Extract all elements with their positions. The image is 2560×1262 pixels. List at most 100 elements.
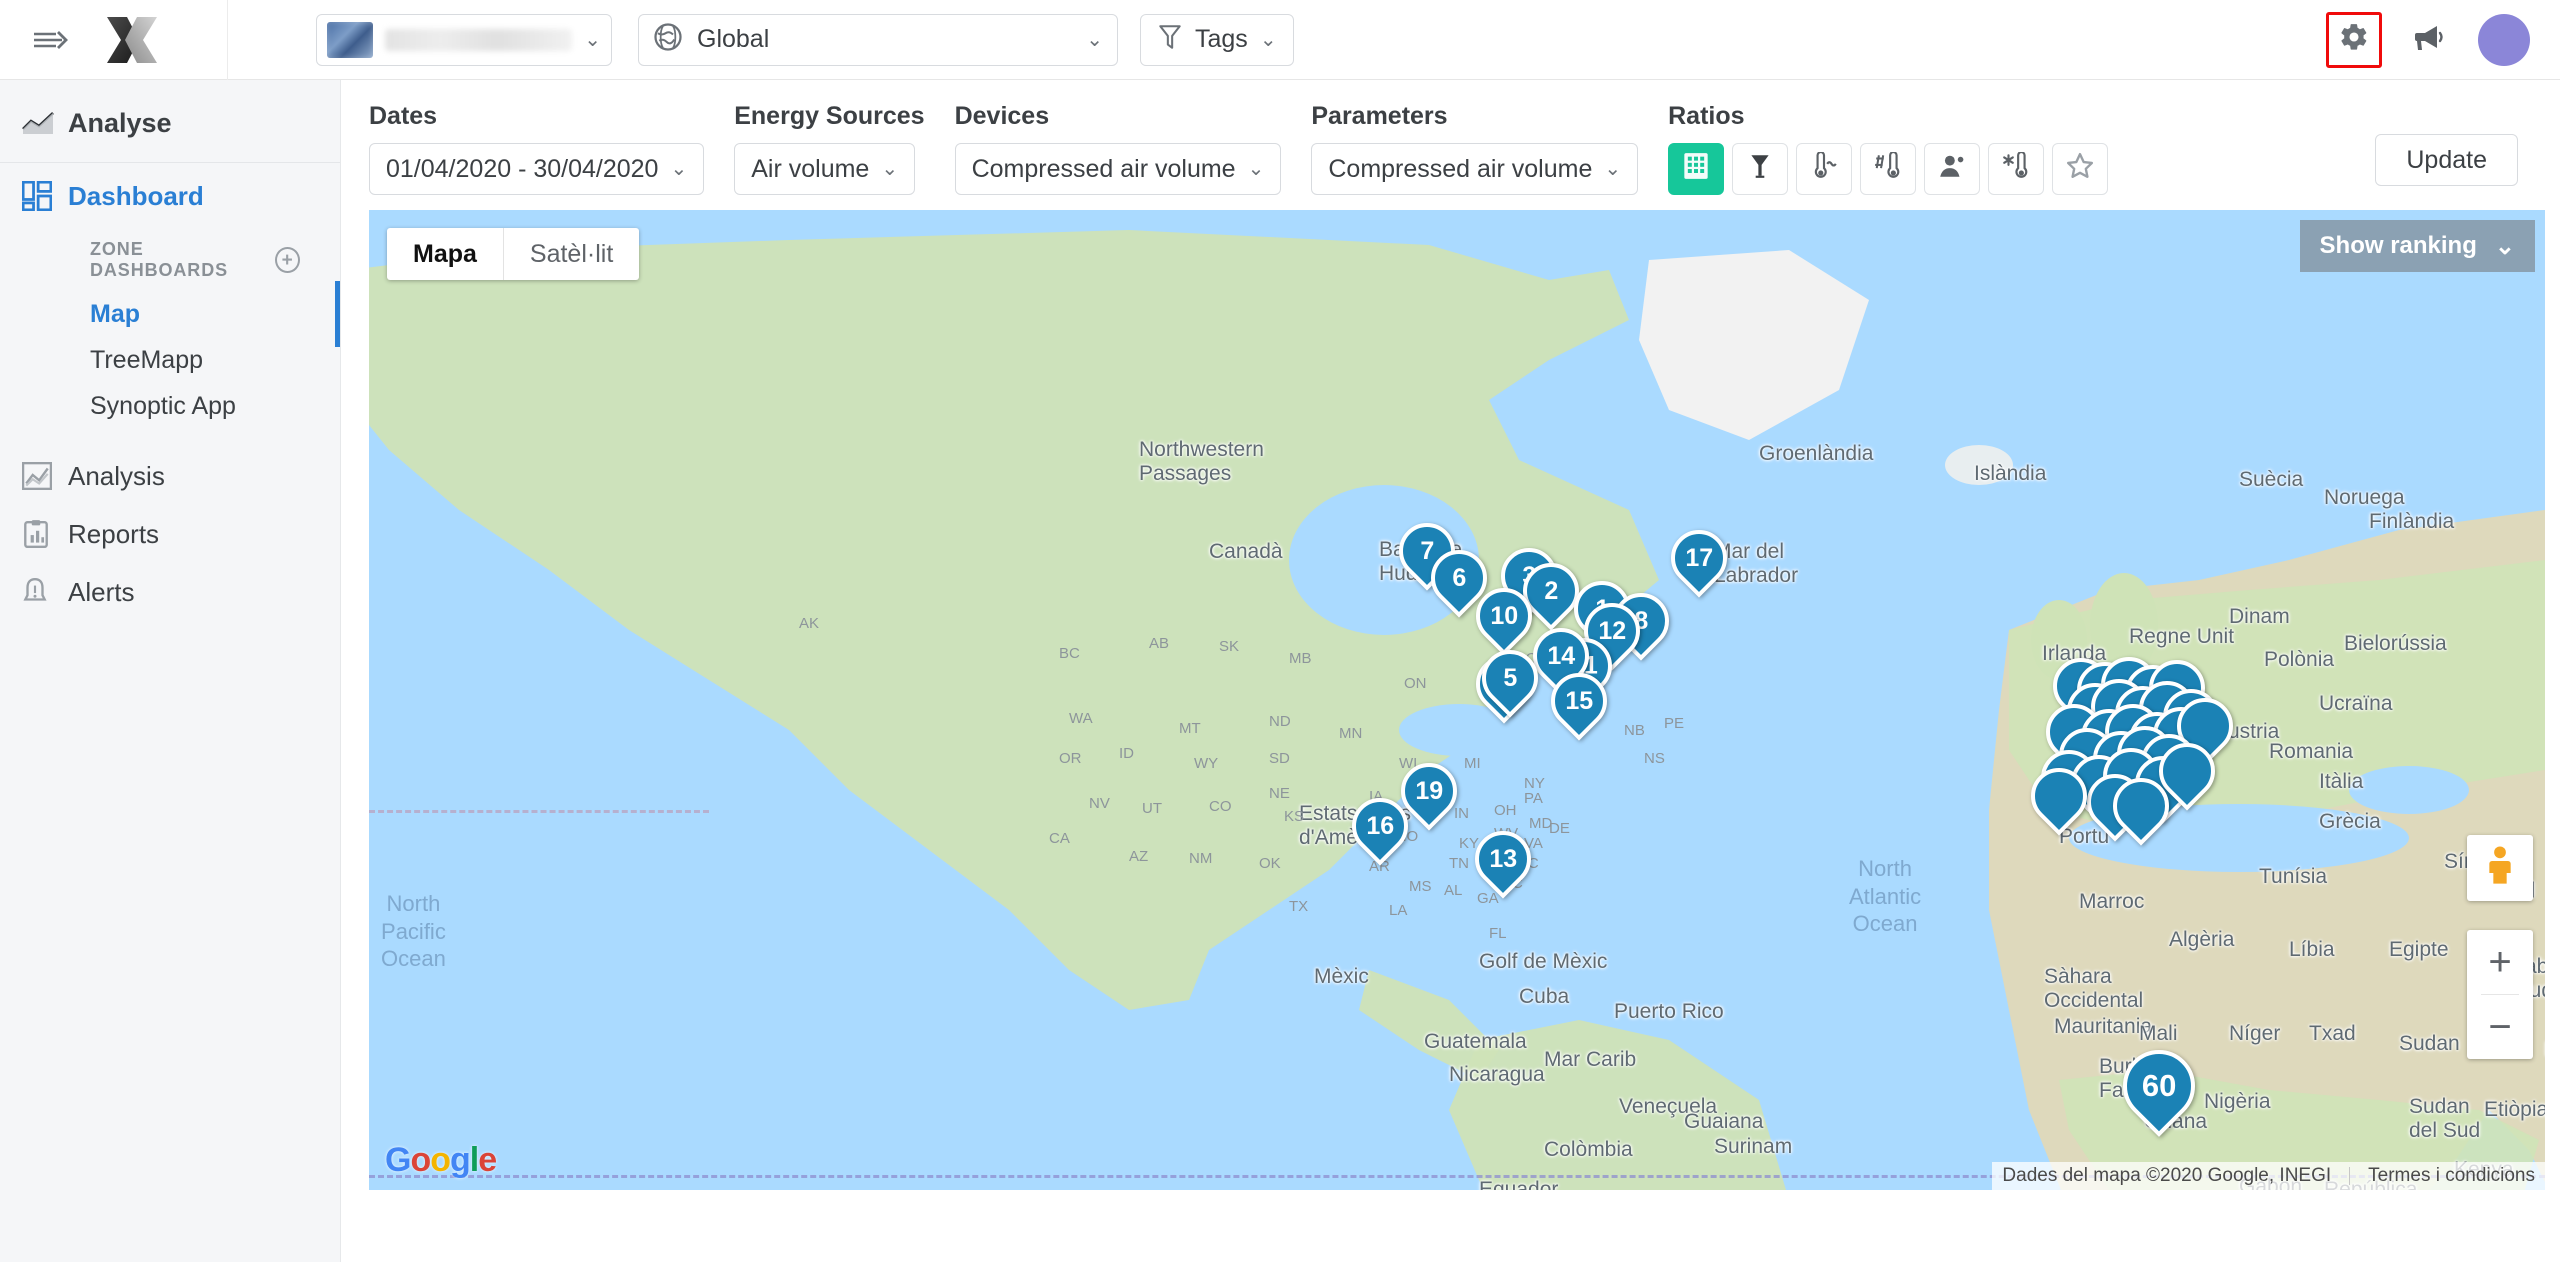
tab-mapa[interactable]: Mapa — [387, 228, 503, 280]
ratio-building-grid-button[interactable] — [1668, 143, 1725, 195]
megaphone-icon — [2413, 22, 2447, 58]
add-zone-dashboard-button[interactable]: + — [275, 247, 300, 273]
state-label: FL — [1489, 925, 1507, 942]
country-label: Puerto Rico — [1614, 1000, 1724, 1023]
country-label: Northwestern Passages — [1139, 438, 1264, 485]
attribution-divider — [2349, 1167, 2351, 1185]
sidebar-item-dashboard[interactable]: Dashboard — [0, 167, 340, 225]
state-label: BC — [1059, 645, 1080, 662]
country-label: Sudan — [2399, 1032, 2460, 1055]
filter-label: Parameters — [1311, 102, 1448, 130]
state-label: DE — [1549, 820, 1570, 837]
map-marker-label: 5 — [1503, 663, 1517, 692]
country-label: Níger — [2229, 1022, 2281, 1045]
sidebar-item-label: TreeMapp — [90, 345, 204, 374]
state-label: AZ — [1129, 848, 1149, 865]
zoom-out-button[interactable]: − — [2467, 995, 2533, 1059]
scope-selector[interactable]: Global ⌄ — [638, 13, 1118, 66]
ratio-thermometer-asterisk-button[interactable] — [1988, 143, 2045, 195]
avatar[interactable] — [2478, 13, 2530, 66]
tab-satellit[interactable]: Satèl·lit — [502, 228, 639, 280]
parameters-select[interactable]: Compressed air volume ⌄ — [1311, 143, 1639, 195]
zoom-in-button[interactable]: + — [2467, 930, 2533, 994]
country-label: Mali — [2139, 1022, 2178, 1045]
sidebar-item-map[interactable]: Map — [0, 281, 340, 347]
chevron-down-icon: ⌄ — [670, 158, 688, 180]
map-canvas[interactable]: Mapa Satèl·lit Show ranking ⌄ + − Google… — [369, 210, 2545, 1190]
ratio-thermometer-hash-button[interactable] — [1860, 143, 1917, 195]
sidebar-item-synoptic-app[interactable]: Synoptic App — [0, 383, 340, 429]
map-marker[interactable]: 19 — [1389, 751, 1469, 835]
map-marker[interactable] — [2101, 766, 2181, 850]
map-pin-icon: 15 — [1539, 661, 1619, 741]
country-label: Marroc — [2079, 890, 2145, 913]
chevron-down-icon: ⌄ — [1247, 158, 1265, 180]
ratios-button-group — [1668, 143, 2109, 195]
ratio-people-button[interactable] — [1924, 143, 1981, 195]
google-logo-letter: o — [430, 1141, 451, 1179]
show-ranking-button[interactable]: Show ranking ⌄ — [2299, 220, 2535, 272]
show-ranking-label: Show ranking — [2319, 232, 2477, 259]
state-label: PE — [1664, 715, 1685, 732]
country-label: Surinam — [1714, 1135, 1793, 1158]
x-logo[interactable] — [97, 0, 167, 80]
sidebar-item-analysis[interactable]: Analysis — [0, 447, 340, 505]
company-selector[interactable]: ⌄ — [316, 13, 612, 66]
zone-dashboards-label: ZONE DASHBOARDS — [90, 239, 229, 280]
sidebar-item-reports[interactable]: Reports — [0, 505, 340, 563]
map-marker-label: 15 — [1565, 686, 1593, 715]
state-label: WY — [1194, 755, 1219, 772]
devices-select[interactable]: Compressed air volume ⌄ — [954, 143, 1282, 195]
filter-devices: Devices Compressed air volume ⌄ — [954, 102, 1282, 195]
map-marker[interactable]: 13 — [1463, 819, 1543, 903]
energy-sources-select[interactable]: Air volume ⌄ — [734, 143, 916, 195]
map-marker-label: 10 — [1490, 601, 1518, 630]
tags-label: Tags — [1195, 25, 1248, 53]
google-logo-letter: l — [469, 1141, 480, 1179]
map-marker[interactable]: 15 — [1539, 661, 1619, 745]
topbar-actions — [2326, 11, 2530, 68]
sidebar-item-label: Map — [90, 299, 140, 328]
country-label: Regne Unit — [2129, 625, 2235, 648]
sidebar-item-analyse[interactable]: Analyse — [0, 90, 340, 156]
filter-ratios: Ratios — [1668, 102, 2109, 195]
ratio-funnel-button[interactable] — [1732, 143, 1789, 195]
country-label: Etiòpia — [2484, 1098, 2545, 1121]
dates-select[interactable]: 01/04/2020 - 30/04/2020 ⌄ — [369, 143, 705, 195]
map-marker[interactable] — [2019, 756, 2099, 840]
collapse-sidebar-icon[interactable] — [22, 0, 77, 80]
country-label: Equador — [1479, 1178, 1559, 1190]
filter-bar: Dates 01/04/2020 - 30/04/2020 ⌄ Energy S… — [341, 80, 2560, 210]
globe-icon — [653, 22, 683, 58]
country-label: Groenlàndia — [1759, 442, 1874, 465]
country-label: Finlàndia — [2369, 510, 2455, 533]
terms-link[interactable]: Termes i condicions — [2368, 1165, 2535, 1187]
map-marker[interactable]: 5 — [1470, 638, 1550, 722]
map-marker-label: 6 — [1452, 563, 1466, 592]
update-button[interactable]: Update — [2375, 134, 2518, 186]
announcements-button[interactable] — [2408, 18, 2452, 62]
map-marker[interactable]: 17 — [1659, 518, 1739, 602]
country-label: Mauritania — [2054, 1015, 2153, 1038]
dashboard-grid-icon — [22, 181, 68, 211]
state-label: OH — [1494, 802, 1517, 819]
ratio-star-button[interactable] — [2052, 143, 2109, 195]
pacific-boundary-line — [369, 810, 709, 813]
settings-button[interactable] — [2326, 11, 2382, 68]
country-label: Grècia — [2319, 810, 2381, 833]
street-view-pegman-button[interactable] — [2467, 835, 2533, 901]
ratio-thermometer-wave-button[interactable] — [1796, 143, 1853, 195]
map-marker[interactable]: 60 — [2108, 1035, 2210, 1140]
tags-selector[interactable]: Tags ⌄ — [1140, 13, 1294, 66]
map-data-attribution: Dades del mapa ©2020 Google, INEGI — [2002, 1165, 2332, 1186]
filter-parameters: Parameters Compressed air volume ⌄ — [1311, 102, 1639, 195]
country-label: Mèxic — [1314, 965, 1369, 988]
google-logo-letter: e — [478, 1141, 497, 1179]
map-marker[interactable]: 16 — [1340, 786, 1420, 870]
sidebar: Analyse Dashboard ZONE DASHBOARDS + Map … — [0, 80, 341, 1262]
sidebar-item-alerts[interactable]: Alerts — [0, 563, 340, 621]
country-label: Sàhara Occidental — [2044, 965, 2144, 1012]
google-logo-letter: G — [385, 1141, 411, 1179]
map-attribution: Dades del mapa ©2020 Google, INEGI Terme… — [1992, 1162, 2545, 1190]
sidebar-item-treemapp[interactable]: TreeMapp — [0, 337, 340, 383]
